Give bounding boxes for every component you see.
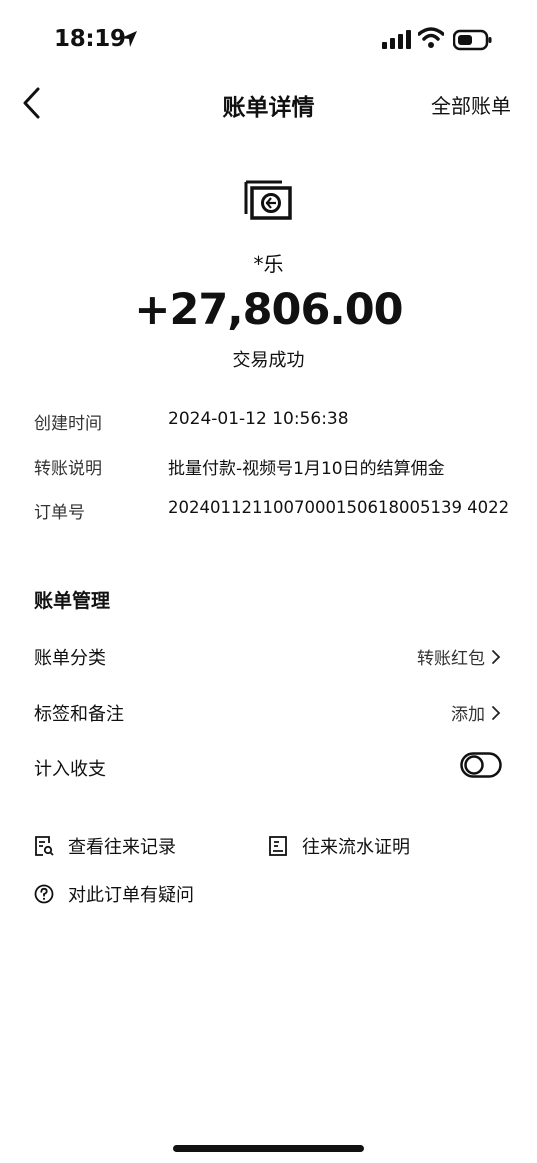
view-records-text: 查看往来记录 (68, 837, 176, 858)
location-arrow-icon (121, 31, 137, 47)
bill-category-value: 转账红包 (417, 649, 485, 669)
order-question-link[interactable]: 对此订单有疑问 (34, 881, 194, 907)
document-search-icon (35, 836, 54, 856)
transaction-proof-text: 往来流水证明 (302, 837, 410, 858)
tags-notes-label: 标签和备注 (34, 704, 124, 725)
transfer-note-label: 转账说明 (34, 459, 102, 479)
transfer-note-value: 批量付款-视频号1月10日的结算佣金 (168, 459, 445, 479)
bill-category-selector[interactable]: 转账红包 (417, 644, 501, 669)
created-time-label: 创建时间 (34, 414, 102, 434)
home-indicator (173, 1145, 364, 1152)
transaction-amount: +27,806.00 (134, 285, 403, 335)
transaction-proof-link[interactable]: 往来流水证明 (268, 833, 410, 859)
bill-management-title: 账单管理 (34, 590, 111, 612)
add-tags-button[interactable]: 添加 (451, 700, 501, 725)
order-question-text: 对此订单有疑问 (68, 885, 194, 906)
signal-icon (382, 30, 411, 49)
transaction-status: 交易成功 (232, 350, 305, 371)
order-number-value: 2024011211007000150618005139 4022 (168, 498, 510, 517)
chevron-right-icon (492, 649, 501, 664)
document-icon (269, 836, 287, 856)
order-number-label: 订单号 (34, 503, 85, 523)
bill-category-label: 账单分类 (34, 648, 106, 669)
count-income-expense-toggle[interactable] (460, 752, 502, 778)
wifi-icon (418, 27, 444, 48)
chevron-right-icon (492, 705, 501, 720)
all-bills-link[interactable]: 全部账单 (431, 90, 511, 119)
question-circle-icon (34, 884, 54, 904)
count-income-expense-label: 计入收支 (34, 759, 106, 780)
bill-icon (244, 180, 292, 220)
view-records-link[interactable]: 查看往来记录 (34, 833, 176, 859)
payee-name: *乐 (253, 252, 284, 276)
add-tags-text: 添加 (451, 705, 485, 725)
status-time: 18:19 (54, 26, 126, 52)
created-time-value: 2024-01-12 10:56:38 (168, 409, 349, 429)
battery-icon (453, 29, 492, 51)
